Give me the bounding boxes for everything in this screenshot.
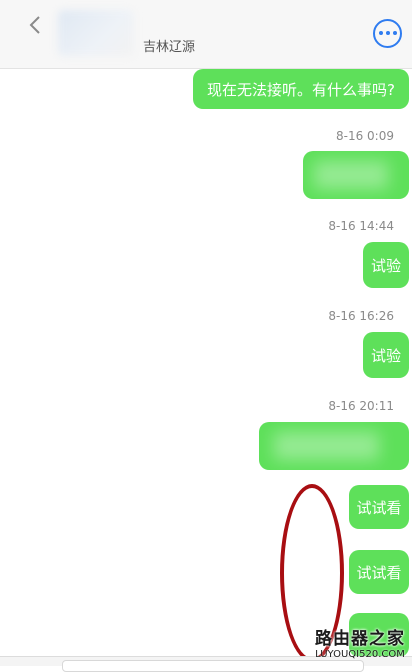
- watermark-title: 路由器之家: [315, 629, 405, 649]
- watermark-url: LUYOUQI520.COM: [315, 649, 405, 660]
- message-text: 试试看: [356, 563, 402, 582]
- watermark: 路由器之家 LUYOUQI520.COM: [310, 624, 410, 660]
- contact-name-blurred: [58, 10, 134, 56]
- message-text: 现在无法接听。有什么事吗?: [207, 80, 395, 99]
- message-bubble-blurred[interactable]: [259, 422, 409, 470]
- message-text: 试验: [370, 256, 401, 275]
- message-bubble[interactable]: 试试看: [349, 485, 409, 529]
- blur-smear: [274, 431, 379, 461]
- message-bubble[interactable]: 现在无法接听。有什么事吗?: [193, 69, 409, 109]
- chat-header: 吉林辽源: [0, 0, 412, 69]
- timestamp: 8-16 0:09: [336, 129, 394, 143]
- message-text: 试试看: [356, 498, 402, 517]
- timestamp: 8-16 20:11: [328, 399, 394, 413]
- timestamp: 8-16 16:26: [328, 309, 394, 323]
- message-input[interactable]: [62, 660, 364, 672]
- message-bubble[interactable]: 试验: [363, 242, 409, 288]
- more-button[interactable]: [373, 19, 402, 48]
- chevron-left-icon: [29, 16, 40, 34]
- timestamp: 8-16 14:44: [328, 219, 394, 233]
- message-bubble[interactable]: 试试看: [349, 550, 409, 594]
- message-text: 试验: [370, 346, 401, 365]
- message-bubble[interactable]: 试验: [363, 332, 409, 378]
- blur-smear: [313, 160, 388, 190]
- more-dots-icon: [379, 31, 398, 36]
- message-bubble-blurred[interactable]: [303, 151, 409, 199]
- message-list[interactable]: 现在无法接听。有什么事吗? 8-16 0:09 8-16 14:44 试验 8-…: [0, 69, 412, 657]
- contact-location: 吉林辽源: [143, 40, 196, 55]
- back-button[interactable]: [22, 12, 48, 38]
